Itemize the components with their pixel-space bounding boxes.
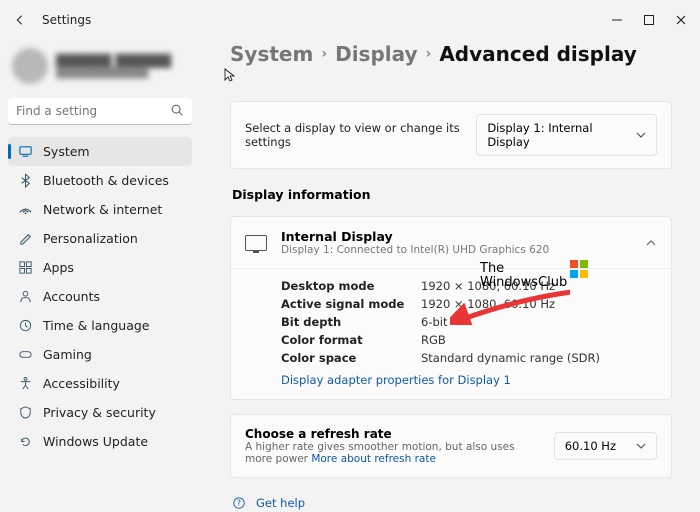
nav-label: Apps — [43, 260, 74, 275]
prop-key: Bit depth — [281, 315, 421, 329]
watermark: The WindowsClub — [480, 262, 567, 291]
watermark-line2: WindowsClub — [480, 276, 567, 290]
breadcrumb: System › Display › Advanced display — [230, 42, 672, 66]
refresh-desc: A higher rate gives smoother motion, but… — [245, 441, 535, 465]
prop-row: Desktop mode1920 × 1080, 60.10 Hz — [281, 277, 657, 295]
display-info-header[interactable]: Internal Display Display 1: Connected to… — [231, 217, 671, 269]
display-info-card: Internal Display Display 1: Connected to… — [230, 216, 672, 400]
nav-label: Windows Update — [43, 434, 148, 449]
crumb-advanced: Advanced display — [439, 42, 636, 66]
main-content: System › Display › Advanced display Sele… — [200, 40, 700, 510]
apps-icon — [18, 260, 33, 275]
prop-row: Bit depth6-bit — [281, 313, 657, 331]
minimize-button[interactable] — [610, 13, 624, 27]
titlebar: Settings — [0, 0, 700, 40]
system-icon — [18, 144, 33, 159]
monitor-icon — [245, 235, 267, 251]
user-email: ████████████ — [56, 68, 171, 79]
prop-row: Color formatRGB — [281, 331, 657, 349]
svg-text:?: ? — [237, 499, 241, 508]
nav-label: Accounts — [43, 289, 100, 304]
watermark-line1: The — [480, 262, 567, 276]
windows-logo-icon — [570, 260, 588, 278]
display-select-card: Select a display to view or change its s… — [230, 101, 672, 169]
prop-value: RGB — [421, 333, 446, 347]
search-icon — [170, 103, 184, 117]
nav-label: Time & language — [43, 318, 149, 333]
sidebar: ██████ ██████ ████████████ System Blueto… — [0, 40, 200, 510]
bluetooth-icon — [18, 173, 33, 188]
maximize-button[interactable] — [642, 13, 656, 27]
section-display-information: Display information — [232, 187, 672, 202]
nav-label: Network & internet — [43, 202, 162, 217]
prop-key: Active signal mode — [281, 297, 421, 311]
refresh-rate-dropdown[interactable]: 60.10 Hz — [554, 432, 657, 460]
refresh-title: Choose a refresh rate — [245, 427, 535, 441]
prop-key: Color format — [281, 333, 421, 347]
sidebar-item-bluetooth[interactable]: Bluetooth & devices — [8, 166, 192, 195]
sidebar-item-accessibility[interactable]: Accessibility — [8, 369, 192, 398]
user-name: ██████ ██████ — [56, 54, 171, 68]
chevron-down-icon — [636, 441, 646, 451]
sidebar-item-update[interactable]: Windows Update — [8, 427, 192, 456]
refresh-rate-card: Choose a refresh rate A higher rate give… — [230, 414, 672, 478]
sidebar-item-accounts[interactable]: Accounts — [8, 282, 192, 311]
dropdown-value: Display 1: Internal Display — [487, 121, 616, 149]
crumb-system[interactable]: System — [230, 42, 313, 66]
sidebar-item-time[interactable]: Time & language — [8, 311, 192, 340]
adapter-properties-link[interactable]: Display adapter properties for Display 1 — [281, 373, 657, 387]
nav-label: System — [43, 144, 90, 159]
sidebar-item-network[interactable]: Network & internet — [8, 195, 192, 224]
nav-label: Privacy & security — [43, 405, 156, 420]
privacy-icon — [18, 405, 33, 420]
prop-value: Standard dynamic range (SDR) — [421, 351, 600, 365]
more-about-refresh-link[interactable]: More about refresh rate — [311, 453, 436, 465]
nav-list: System Bluetooth & devices Network & int… — [8, 137, 192, 456]
sidebar-item-personalization[interactable]: Personalization — [8, 224, 192, 253]
prop-value: 1920 × 1080, 60.10 Hz — [421, 297, 555, 311]
footer-links: ?Get help Give feedback — [232, 492, 672, 510]
nav-label: Accessibility — [43, 376, 120, 391]
prop-row: Color spaceStandard dynamic range (SDR) — [281, 349, 657, 367]
close-button[interactable] — [674, 13, 688, 27]
select-display-hint: Select a display to view or change its s… — [245, 121, 476, 149]
search-input[interactable] — [8, 98, 192, 125]
sidebar-item-system[interactable]: System — [8, 137, 192, 166]
sidebar-item-apps[interactable]: Apps — [8, 253, 192, 282]
user-block[interactable]: ██████ ██████ ████████████ — [8, 44, 192, 98]
network-icon — [18, 202, 33, 217]
display-subtitle: Display 1: Connected to Intel(R) UHD Gra… — [281, 244, 549, 256]
cursor-icon — [224, 68, 235, 83]
property-table: Desktop mode1920 × 1080, 60.10 Hz Active… — [231, 269, 671, 399]
sidebar-item-privacy[interactable]: Privacy & security — [8, 398, 192, 427]
dropdown-value: 60.10 Hz — [565, 439, 616, 453]
nav-label: Gaming — [43, 347, 92, 362]
update-icon — [18, 434, 33, 449]
time-icon — [18, 318, 33, 333]
personalization-icon — [18, 231, 33, 246]
nav-label: Personalization — [43, 231, 138, 246]
help-icon: ? — [232, 496, 246, 510]
prop-row: Active signal mode1920 × 1080, 60.10 Hz — [281, 295, 657, 313]
window-title: Settings — [42, 13, 91, 27]
prop-key: Color space — [281, 351, 421, 365]
nav-label: Bluetooth & devices — [43, 173, 169, 188]
chevron-down-icon — [636, 130, 646, 140]
display-title: Internal Display — [281, 229, 549, 244]
accessibility-icon — [18, 376, 33, 391]
prop-value: 6-bit — [421, 315, 447, 329]
gaming-icon — [18, 347, 33, 362]
prop-key: Desktop mode — [281, 279, 421, 293]
chevron-up-icon — [645, 237, 657, 249]
back-button[interactable] — [12, 12, 28, 28]
avatar — [12, 48, 48, 84]
accounts-icon — [18, 289, 33, 304]
crumb-display[interactable]: Display — [335, 42, 417, 66]
chevron-right-icon: › — [426, 46, 432, 62]
get-help-link[interactable]: ?Get help — [232, 492, 672, 510]
chevron-right-icon: › — [321, 46, 327, 62]
display-dropdown[interactable]: Display 1: Internal Display — [476, 114, 657, 156]
search-box[interactable] — [8, 98, 192, 125]
sidebar-item-gaming[interactable]: Gaming — [8, 340, 192, 369]
